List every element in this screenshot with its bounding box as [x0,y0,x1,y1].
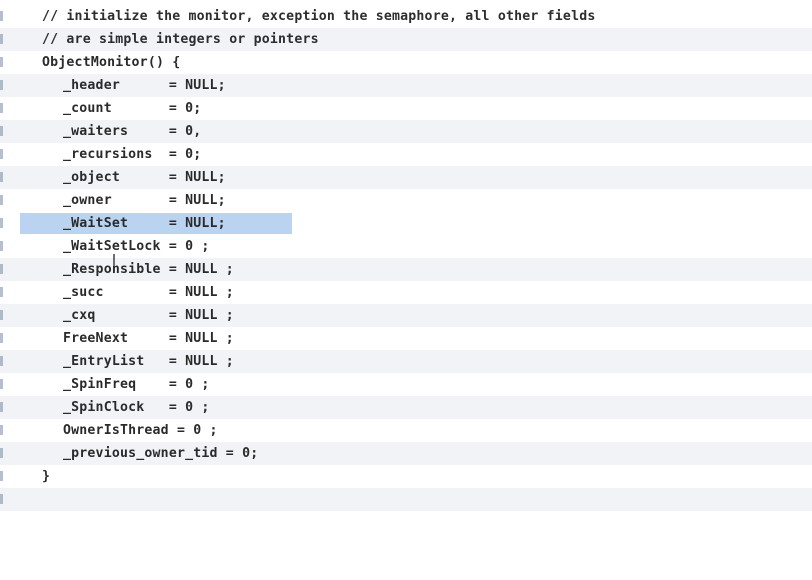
gutter-marker [0,448,3,458]
code-line[interactable]: _waiters = 0, [0,120,812,143]
code-text: _count = 0; [63,101,202,116]
gutter-marker [0,11,3,21]
gutter-marker [0,310,3,320]
code-text: _owner = NULL; [63,193,226,208]
gutter-marker [0,494,3,504]
code-text: OwnerIsThread = 0 ; [63,423,218,438]
code-text: FreeNext = NULL ; [63,331,234,346]
code-text: _SpinClock = 0 ; [63,400,210,415]
code-line[interactable]: _SpinClock = 0 ; [0,396,812,419]
code-text: _EntryList = NULL ; [63,354,234,369]
code-line[interactable]: _EntryList = NULL ; [0,350,812,373]
code-text: // initialize the monitor, exception the… [42,9,596,24]
code-text: _SpinFreq = 0 ; [63,377,210,392]
gutter-marker [0,57,3,67]
code-line[interactable]: // initialize the monitor, exception the… [0,5,812,28]
gutter-marker [0,333,3,343]
code-line[interactable]: _succ = NULL ; [0,281,812,304]
gutter-marker [0,80,3,90]
code-text: _succ = NULL ; [63,285,234,300]
code-text: // are simple integers or pointers [42,32,319,47]
gutter-marker [0,402,3,412]
gutter-marker [0,471,3,481]
code-line[interactable]: FreeNext = NULL ; [0,327,812,350]
gutter-marker [0,356,3,366]
gutter-marker [0,425,3,435]
code-text: } [42,469,51,484]
code-line-selected[interactable]: _WaitSet = NULL; [0,212,812,235]
text-cursor-icon [113,254,115,266]
code-text: ObjectMonitor() { [42,55,181,70]
code-text: _WaitSet = NULL; [63,216,226,231]
code-editor[interactable]: // initialize the monitor, exception the… [0,0,812,511]
code-line[interactable]: _recursions = 0; [0,143,812,166]
code-text: _object = NULL; [63,170,226,185]
gutter-marker [0,241,3,251]
code-line[interactable]: _SpinFreq = 0 ; [0,373,812,396]
gutter-marker [0,287,3,297]
gutter-marker [0,172,3,182]
code-line[interactable]: ObjectMonitor() { [0,51,812,74]
gutter-marker [0,379,3,389]
gutter-marker [0,218,3,228]
code-line[interactable]: OwnerIsThread = 0 ; [0,419,812,442]
code-line[interactable]: _cxq = NULL ; [0,304,812,327]
code-text: _Responsible = NULL ; [63,262,234,277]
code-text: _previous_owner_tid = 0; [63,446,259,461]
code-line[interactable]: _header = NULL; [0,74,812,97]
code-line[interactable]: // are simple integers or pointers [0,28,812,51]
code-text: _WaitSetLock = 0 ; [63,239,210,254]
code-line[interactable]: _previous_owner_tid = 0; [0,442,812,465]
gutter-marker [0,264,3,274]
code-text: _waiters = 0, [63,124,202,139]
gutter-marker [0,195,3,205]
code-line[interactable]: } [0,465,812,488]
code-line[interactable]: _Responsible = NULL ; [0,258,812,281]
gutter-marker [0,126,3,136]
gutter-marker [0,149,3,159]
gutter-marker [0,34,3,44]
code-line[interactable]: _WaitSetLock = 0 ; [0,235,812,258]
code-line[interactable]: _count = 0; [0,97,812,120]
code-line[interactable]: _owner = NULL; [0,189,812,212]
code-text: _cxq = NULL ; [63,308,234,323]
code-line[interactable]: _object = NULL; [0,166,812,189]
code-text: _recursions = 0; [63,147,202,162]
gutter-marker [0,103,3,113]
code-text: _header = NULL; [63,78,226,93]
